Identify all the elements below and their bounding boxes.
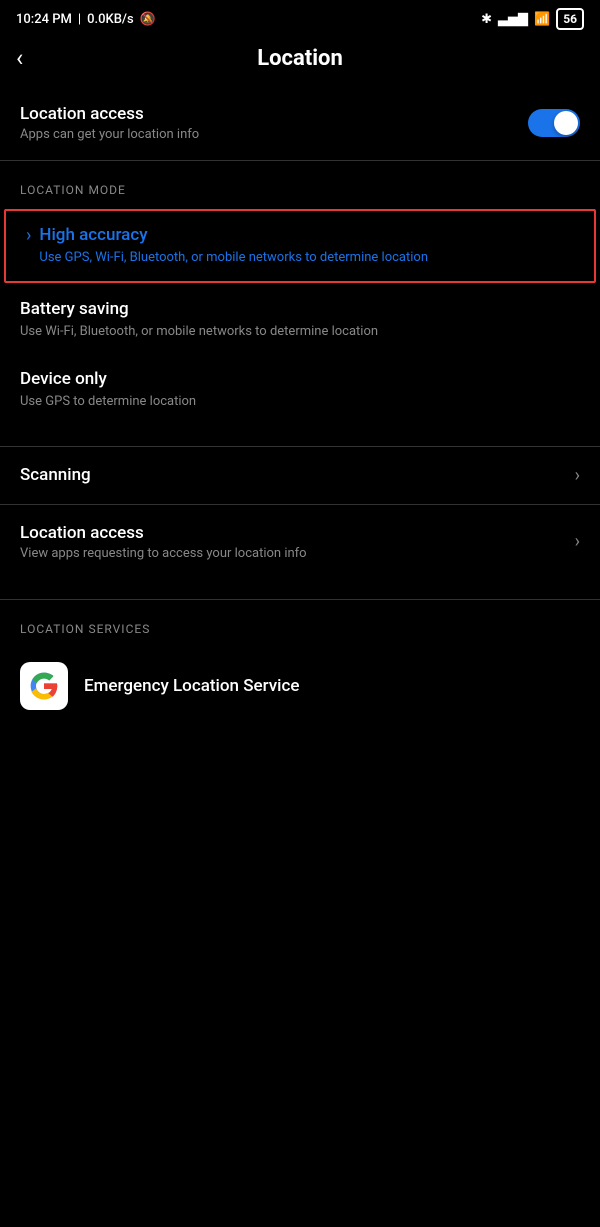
mode-title-device-only: Device only [20,369,196,389]
signal-icon: ▃▅▇ [498,12,528,27]
scanning-title: Scanning [20,465,91,485]
network-speed: | [78,12,81,27]
location-services-header: LOCATION SERVICES [0,600,600,646]
mode-desc-high-accuracy: Use GPS, Wi-Fi, Bluetooth, or mobile net… [39,249,428,267]
google-icon [20,662,68,710]
location-access-sublabel: Apps can get your location info [20,127,199,142]
mode-desc-battery-saving: Use Wi-Fi, Bluetooth, or mobile networks… [20,323,378,341]
chevron-icon: › [26,225,31,246]
location-access-menu-text: Location access View apps requesting to … [20,523,307,561]
location-access-text: Location access Apps can get your locati… [20,104,199,142]
back-button[interactable]: ‹ [16,46,23,70]
mode-item-device-only[interactable]: Device only Use GPS to determine locatio… [0,355,600,425]
page-title: Location [257,46,343,71]
mode-item-high-accuracy[interactable]: › High accuracy Use GPS, Wi-Fi, Bluetoot… [4,209,596,283]
mode-content-device-only: Device only Use GPS to determine locatio… [20,369,196,411]
scanning-text: Scanning [20,465,91,485]
time-display: 10:24 PM [16,12,72,27]
mode-title-high-accuracy: High accuracy [39,225,428,245]
mode-item-battery-saving[interactable]: Battery saving Use Wi-Fi, Bluetooth, or … [0,285,600,355]
mode-title-battery-saving: Battery saving [20,299,378,319]
location-access-menu-sub: View apps requesting to access your loca… [20,546,307,561]
status-bar: 10:24 PM | 0.0KB/s 🔕 ✱ ▃▅▇ 📶 56 [0,0,600,34]
spacer-2 [0,579,600,599]
mode-desc-device-only: Use GPS to determine location [20,393,196,411]
wifi-icon: 📶 [534,12,550,27]
location-access-menu-title: Location access [20,523,307,543]
scanning-chevron-icon: › [575,465,580,486]
mode-content-high-accuracy: High accuracy Use GPS, Wi-Fi, Bluetooth,… [39,225,428,267]
status-left: 10:24 PM | 0.0KB/s 🔕 [16,12,156,27]
location-access-menu-item[interactable]: Location access View apps requesting to … [0,505,600,579]
page-header: ‹ Location [0,34,600,86]
emergency-location-title: Emergency Location Service [84,676,300,696]
location-access-chevron-icon: › [575,531,580,552]
location-access-label: Location access [20,104,199,124]
network-speed-value: 0.0KB/s [87,12,134,27]
location-access-toggle[interactable] [528,109,580,137]
emergency-location-item[interactable]: Emergency Location Service [0,646,600,726]
mode-content-battery-saving: Battery saving Use Wi-Fi, Bluetooth, or … [20,299,378,341]
location-access-toggle-row[interactable]: Location access Apps can get your locati… [0,86,600,160]
status-right: ✱ ▃▅▇ 📶 56 [481,8,584,30]
battery-indicator: 56 [556,8,584,30]
scanning-menu-item[interactable]: Scanning › [0,447,600,504]
bluetooth-icon: ✱ [481,12,492,27]
location-mode-header: LOCATION MODE [0,161,600,207]
toggle-knob [554,111,578,135]
silent-icon: 🔕 [140,12,156,27]
spacer-1 [0,426,600,446]
